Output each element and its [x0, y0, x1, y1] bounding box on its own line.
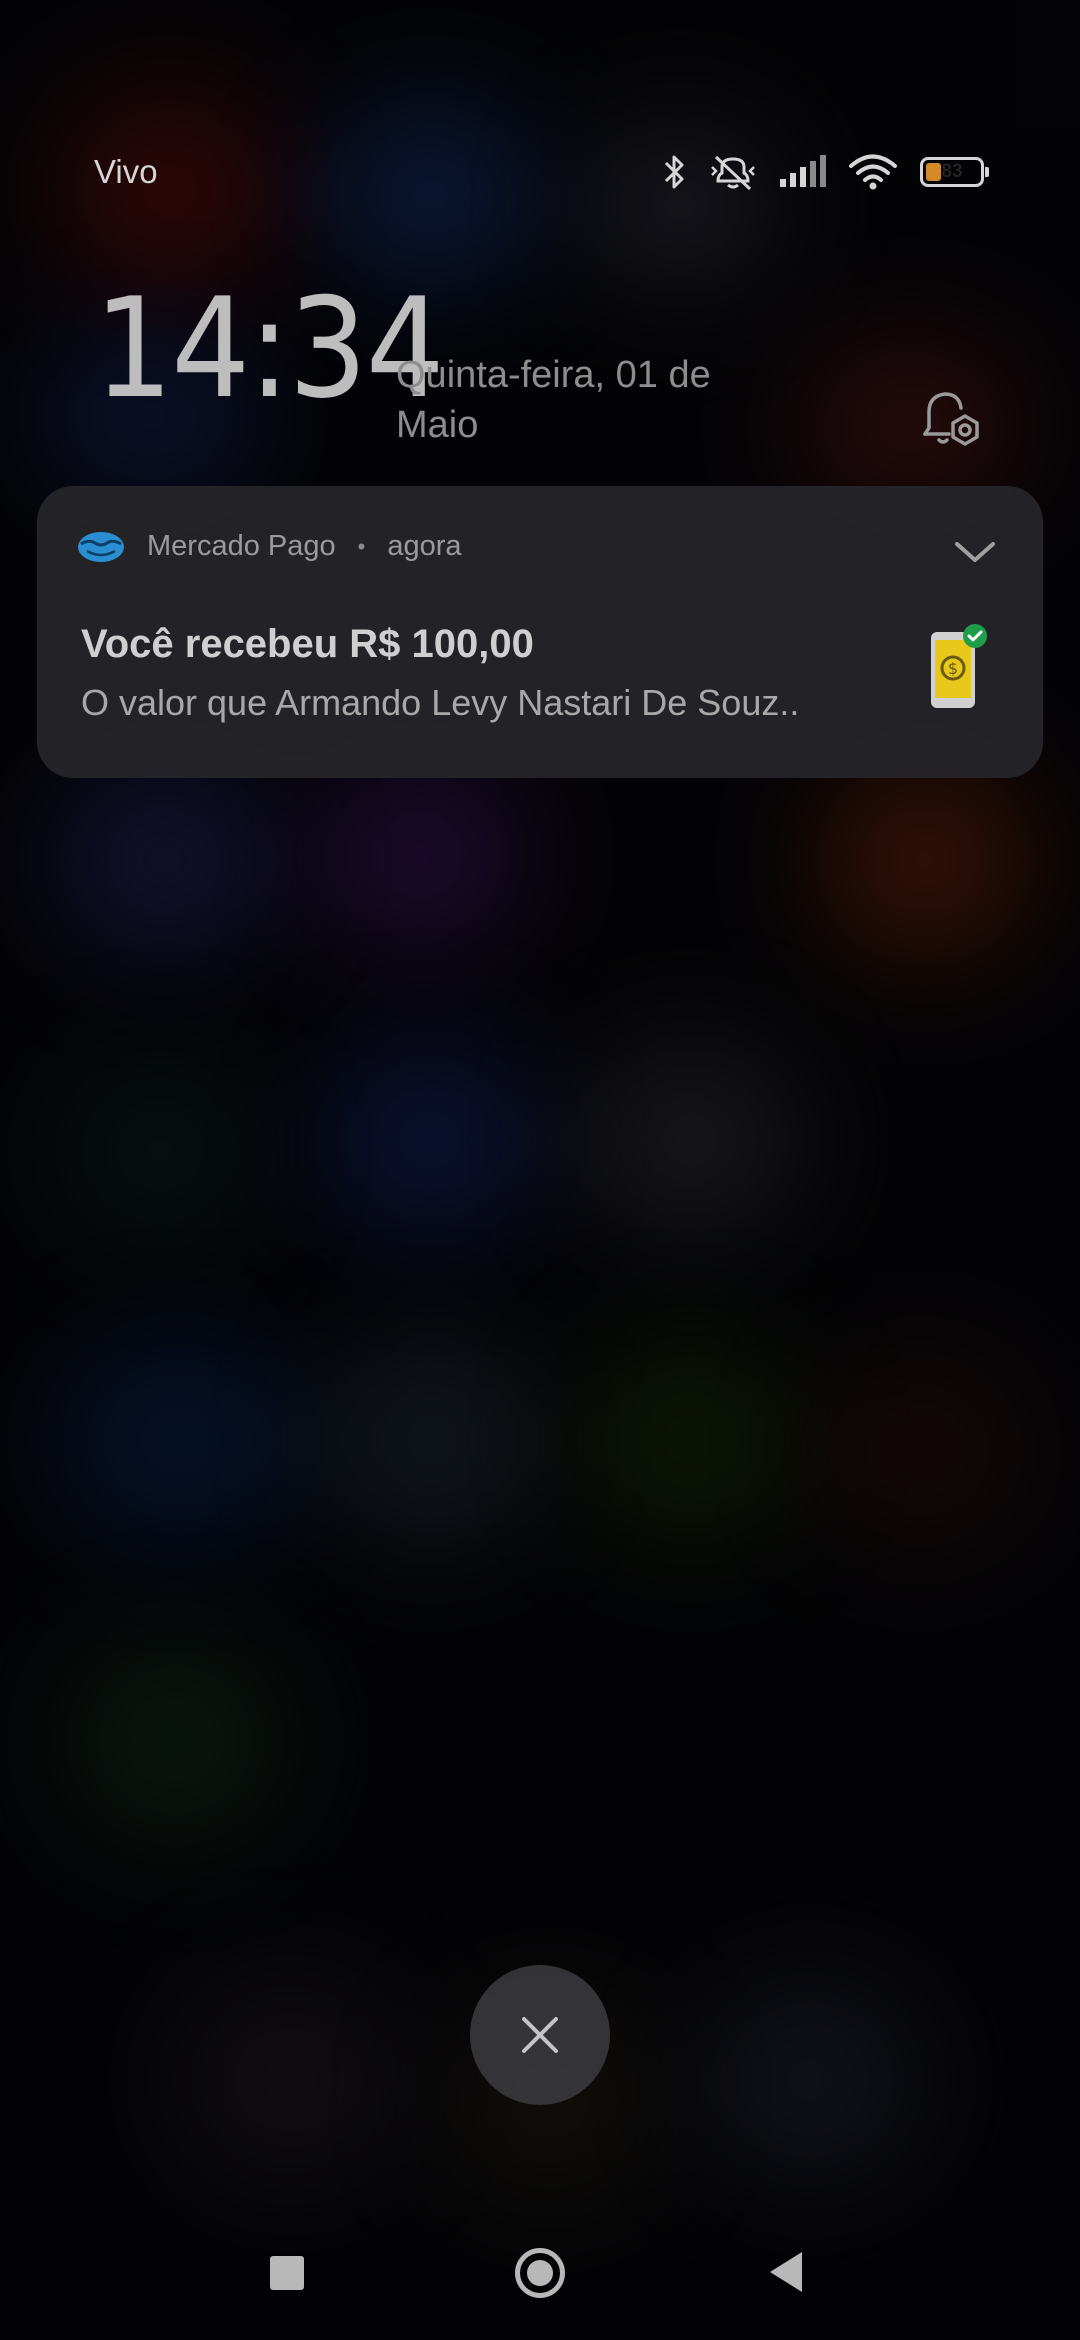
status-icons: 83 — [662, 153, 989, 191]
battery-level: 83 — [941, 161, 963, 182]
lock-screen: Vivo 83 14:34 Quinta-feira, 01 de Maio M… — [0, 0, 1080, 2340]
signal-icon — [780, 155, 826, 187]
lock-clock: 14:34 — [94, 268, 445, 429]
expand-chevron-icon[interactable] — [953, 538, 997, 566]
carrier-name: Vivo — [94, 153, 158, 190]
wifi-icon — [849, 154, 897, 190]
notification-title: Você recebeu R$ 100,00 — [81, 622, 534, 666]
bluetooth-icon — [664, 155, 684, 189]
home-icon[interactable] — [515, 2248, 565, 2298]
dismiss-button[interactable] — [470, 1965, 610, 2105]
svg-text:$: $ — [948, 659, 958, 678]
lock-date: Quinta-feira, 01 de Maio — [396, 354, 711, 446]
navigation-bar — [0, 2236, 1080, 2316]
status-bar: Vivo 83 — [94, 140, 989, 204]
notification-body: O valor que Armando Levy Nastari De Souz… — [81, 682, 800, 723]
vibrate-off-icon — [711, 155, 755, 191]
notification-header: Mercado Pago • agora — [77, 530, 462, 563]
recents-icon[interactable] — [270, 2256, 304, 2290]
close-icon — [522, 2017, 558, 2053]
phone-money-approved-icon: $ — [931, 624, 987, 708]
mercado-pago-logo-icon — [78, 531, 124, 562]
notification-time: agora — [387, 530, 462, 562]
battery-icon: 83 — [920, 157, 989, 187]
back-icon[interactable] — [768, 2250, 806, 2294]
notification-settings-icon[interactable] — [915, 382, 987, 454]
notification-app-name: Mercado Pago — [147, 530, 336, 562]
header-separator: • — [357, 533, 366, 559]
notification-card[interactable]: Mercado Pago • agora Você recebeu R$ 100… — [37, 486, 1043, 778]
